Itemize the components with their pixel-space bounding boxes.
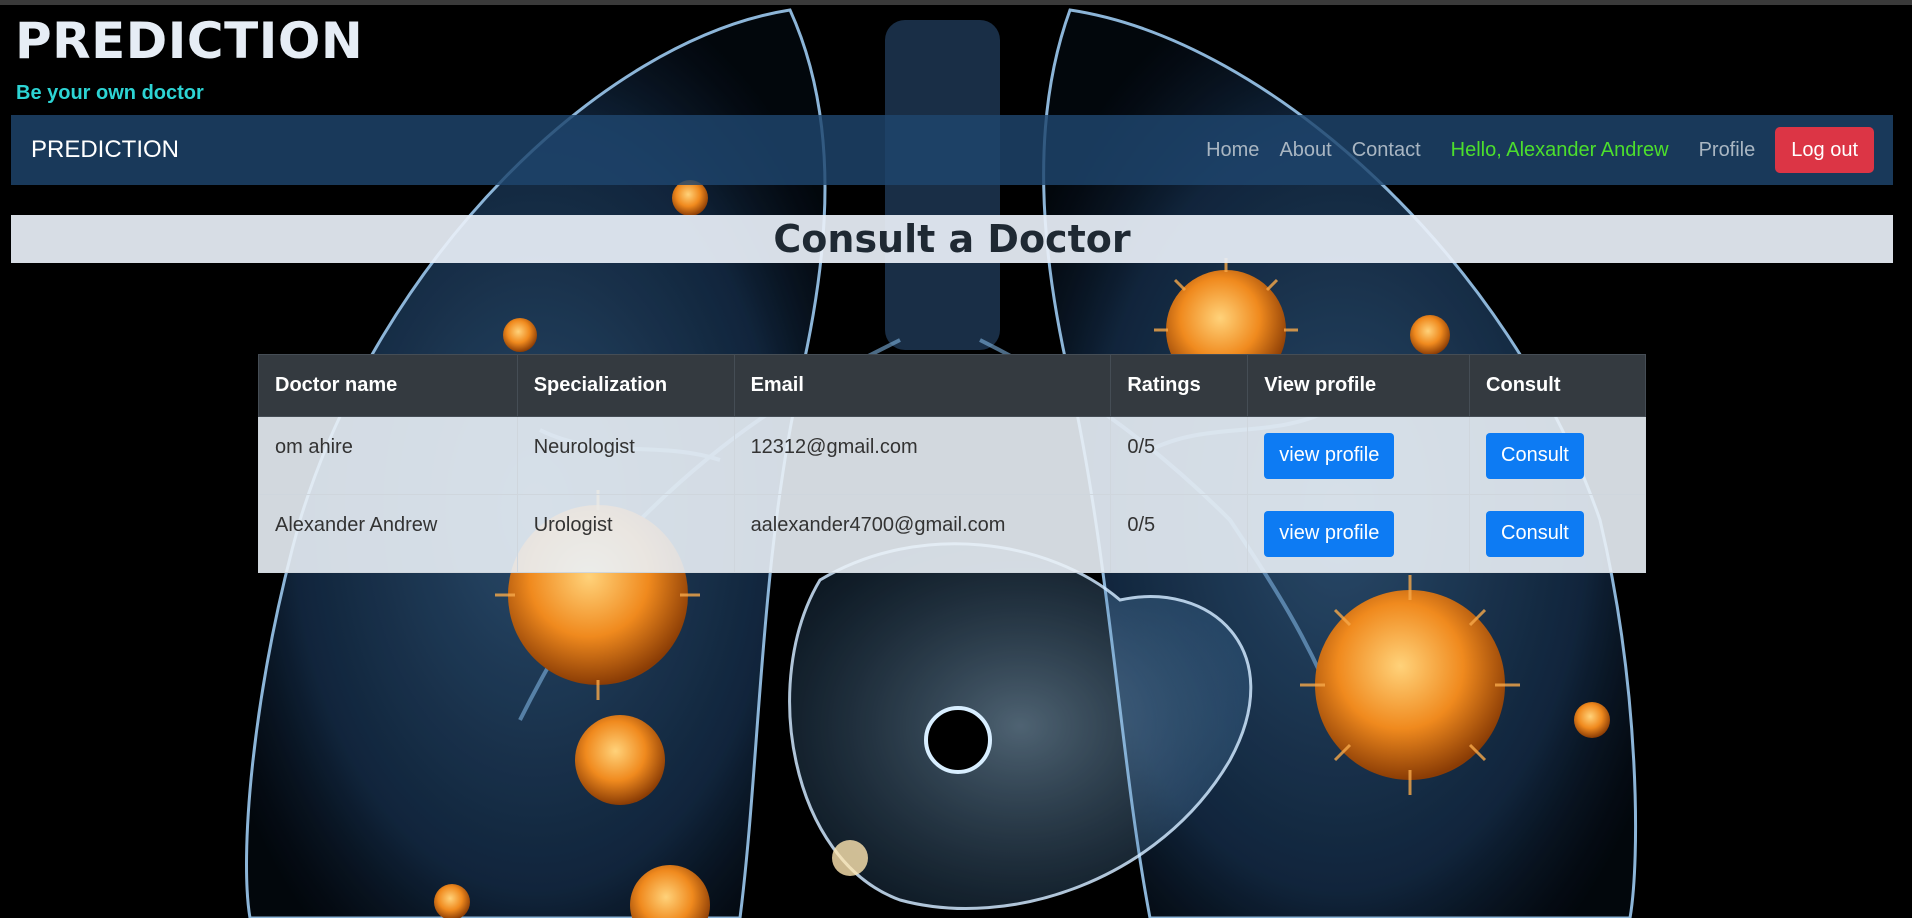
email-cell: 12312@gmail.com xyxy=(733,416,1112,495)
logout-button[interactable]: Log out xyxy=(1775,127,1874,173)
page-heading-banner: Consult a Doctor xyxy=(11,215,1893,263)
consult-button[interactable]: Consult xyxy=(1486,432,1584,479)
column-header-consult: Consult xyxy=(1469,354,1646,417)
doctor-name: om ahire xyxy=(275,436,353,458)
column-header-view-profile: View profile xyxy=(1247,354,1471,417)
view-profile-cell: view profile xyxy=(1247,416,1471,495)
view-profile-button[interactable]: view profile xyxy=(1264,432,1395,479)
doctor-name-cell: om ahire xyxy=(258,416,518,495)
nav-link-home[interactable]: Home xyxy=(1206,139,1259,162)
specialization-cell: Neurologist xyxy=(516,416,735,495)
navbar-brand[interactable]: PREDICTION xyxy=(31,115,179,185)
nav-link-profile[interactable]: Profile xyxy=(1699,139,1756,162)
doctor-rating: 0/5 xyxy=(1127,514,1156,536)
nav-link-contact[interactable]: Contact xyxy=(1352,139,1421,162)
rating-cell: 0/5 xyxy=(1110,416,1249,495)
column-header-ratings: Ratings xyxy=(1110,354,1249,417)
doctor-email: 12312@gmail.com xyxy=(750,436,918,458)
column-header-specialization: Specialization xyxy=(516,354,735,417)
consult-cell: Consult xyxy=(1469,494,1646,573)
column-header-email: Email xyxy=(733,354,1112,417)
site-tagline: Be your own doctor xyxy=(16,82,204,104)
doctor-email: aalexander4700@gmail.com xyxy=(750,514,1006,536)
doctor-name-cell: Alexander Andrew xyxy=(258,494,518,573)
nav-link-about[interactable]: About xyxy=(1279,139,1331,162)
view-profile-cell: view profile xyxy=(1247,494,1471,573)
specialization-cell: Urologist xyxy=(516,494,735,573)
table-row: Alexander Andrew Urologist aalexander470… xyxy=(258,494,1646,573)
doctor-specialization: Urologist xyxy=(533,514,613,536)
consult-cell: Consult xyxy=(1469,416,1646,495)
doctor-specialization: Neurologist xyxy=(533,436,635,458)
doctor-rating: 0/5 xyxy=(1127,436,1156,458)
consult-button[interactable]: Consult xyxy=(1486,510,1584,557)
rating-cell: 0/5 xyxy=(1110,494,1249,573)
email-cell: aalexander4700@gmail.com xyxy=(733,494,1112,573)
view-profile-button[interactable]: view profile xyxy=(1264,510,1395,557)
table-header-row: Doctor name Specialization Email Ratings… xyxy=(258,354,1646,417)
column-header-doctor-name: Doctor name xyxy=(258,354,518,417)
table-row: om ahire Neurologist 12312@gmail.com 0/5… xyxy=(258,416,1646,495)
navbar-menu: Home About Contact Hello, Alexander Andr… xyxy=(1206,115,1874,185)
navbar: PREDICTION Home About Contact Hello, Ale… xyxy=(11,115,1893,185)
page-title: Consult a Doctor xyxy=(773,217,1131,261)
site-title: PREDICTION xyxy=(15,12,364,70)
doctors-table: Doctor name Specialization Email Ratings… xyxy=(258,354,1646,573)
user-greeting: Hello, Alexander Andrew xyxy=(1450,138,1669,161)
doctor-name: Alexander Andrew xyxy=(275,514,438,536)
